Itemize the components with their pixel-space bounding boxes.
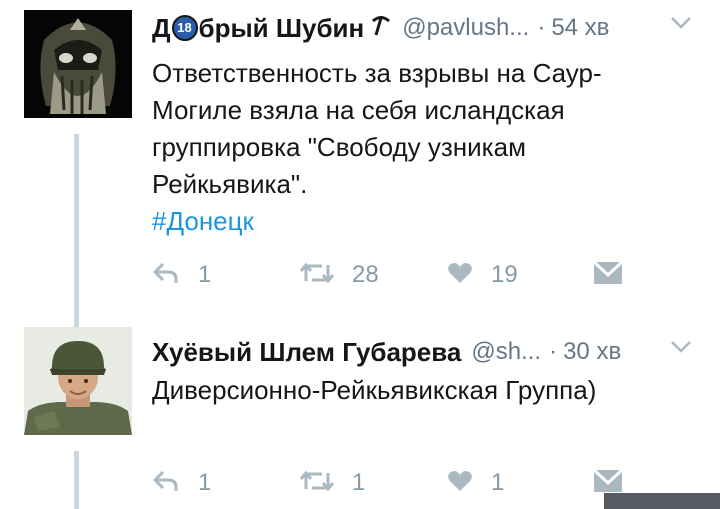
hashtag-link[interactable]: #Донецк: [152, 203, 692, 240]
tweet-actions: 1 1 1: [152, 468, 632, 498]
timestamp[interactable]: 54 хв: [551, 14, 609, 42]
reply-button[interactable]: 1: [152, 468, 211, 498]
retweet-icon: [299, 469, 335, 498]
retweet-count: 28: [352, 261, 379, 288]
tweet-text-line: группировка "Свободу узникам: [152, 132, 526, 162]
separator-dot: ·: [537, 14, 546, 41]
like-icon: [447, 261, 473, 290]
tweet-text-line: Рейкьявика".: [152, 169, 308, 199]
reply-count: 1: [198, 261, 212, 288]
retweet-button[interactable]: 28: [299, 260, 379, 290]
thread-line-bottom: [74, 451, 79, 509]
chevron-down-icon[interactable]: [670, 340, 692, 359]
like-count: 19: [491, 261, 518, 288]
avatar[interactable]: [24, 10, 132, 118]
timestamp[interactable]: 30 хв: [563, 338, 621, 366]
message-icon: [592, 260, 624, 291]
reply-button[interactable]: 1: [152, 260, 211, 290]
tweet-header: Хуёвый Шлем Губарева @sh... · 30 хв: [152, 334, 700, 370]
tweet-text-line: Ответственность за взрывы на Саур-: [152, 58, 602, 88]
like-button[interactable]: 19: [447, 260, 518, 290]
chevron-down-icon[interactable]: [670, 16, 692, 35]
retweet-button[interactable]: 1: [299, 468, 366, 498]
tweet-text-line: Диверсионно-Рейкьявикская Группа): [152, 375, 597, 405]
like-count: 1: [491, 469, 505, 496]
retweet-icon: [299, 261, 335, 290]
reply-icon: [152, 261, 180, 290]
retweet-count: 1: [352, 469, 366, 496]
avatar[interactable]: [24, 327, 132, 435]
display-name[interactable]: Хуёвый Шлем Губарева: [152, 337, 461, 368]
reply-icon: [152, 469, 180, 498]
badge-18: 18: [171, 15, 198, 41]
bottom-overlay-bar: [604, 493, 720, 509]
thread-line-top: [74, 134, 79, 330]
reply-count: 1: [198, 469, 212, 496]
separator-dot: ·: [549, 338, 558, 365]
handle[interactable]: @pavlush...: [402, 14, 529, 42]
display-name-prefix: Д: [152, 12, 171, 43]
message-button[interactable]: [592, 260, 624, 290]
display-name[interactable]: Д 18 брый Шубин: [152, 13, 392, 44]
tweet-text: Ответственность за взрывы на Саур- Могил…: [152, 55, 692, 240]
display-name-suffix: брый Шубин: [198, 12, 365, 43]
tweet-text-line: Могиле взяла на себя исландская: [152, 95, 565, 125]
like-button[interactable]: 1: [447, 468, 504, 498]
tweet-actions: 1 28 19: [152, 260, 632, 290]
tweet-text: Диверсионно-Рейкьявикская Группа): [152, 372, 692, 409]
handle[interactable]: @sh...: [471, 338, 541, 366]
pickaxe-icon: [370, 13, 392, 44]
tweet-header: Д 18 брый Шубин @pavlush... · 54 хв: [152, 10, 700, 46]
like-icon: [447, 469, 473, 498]
